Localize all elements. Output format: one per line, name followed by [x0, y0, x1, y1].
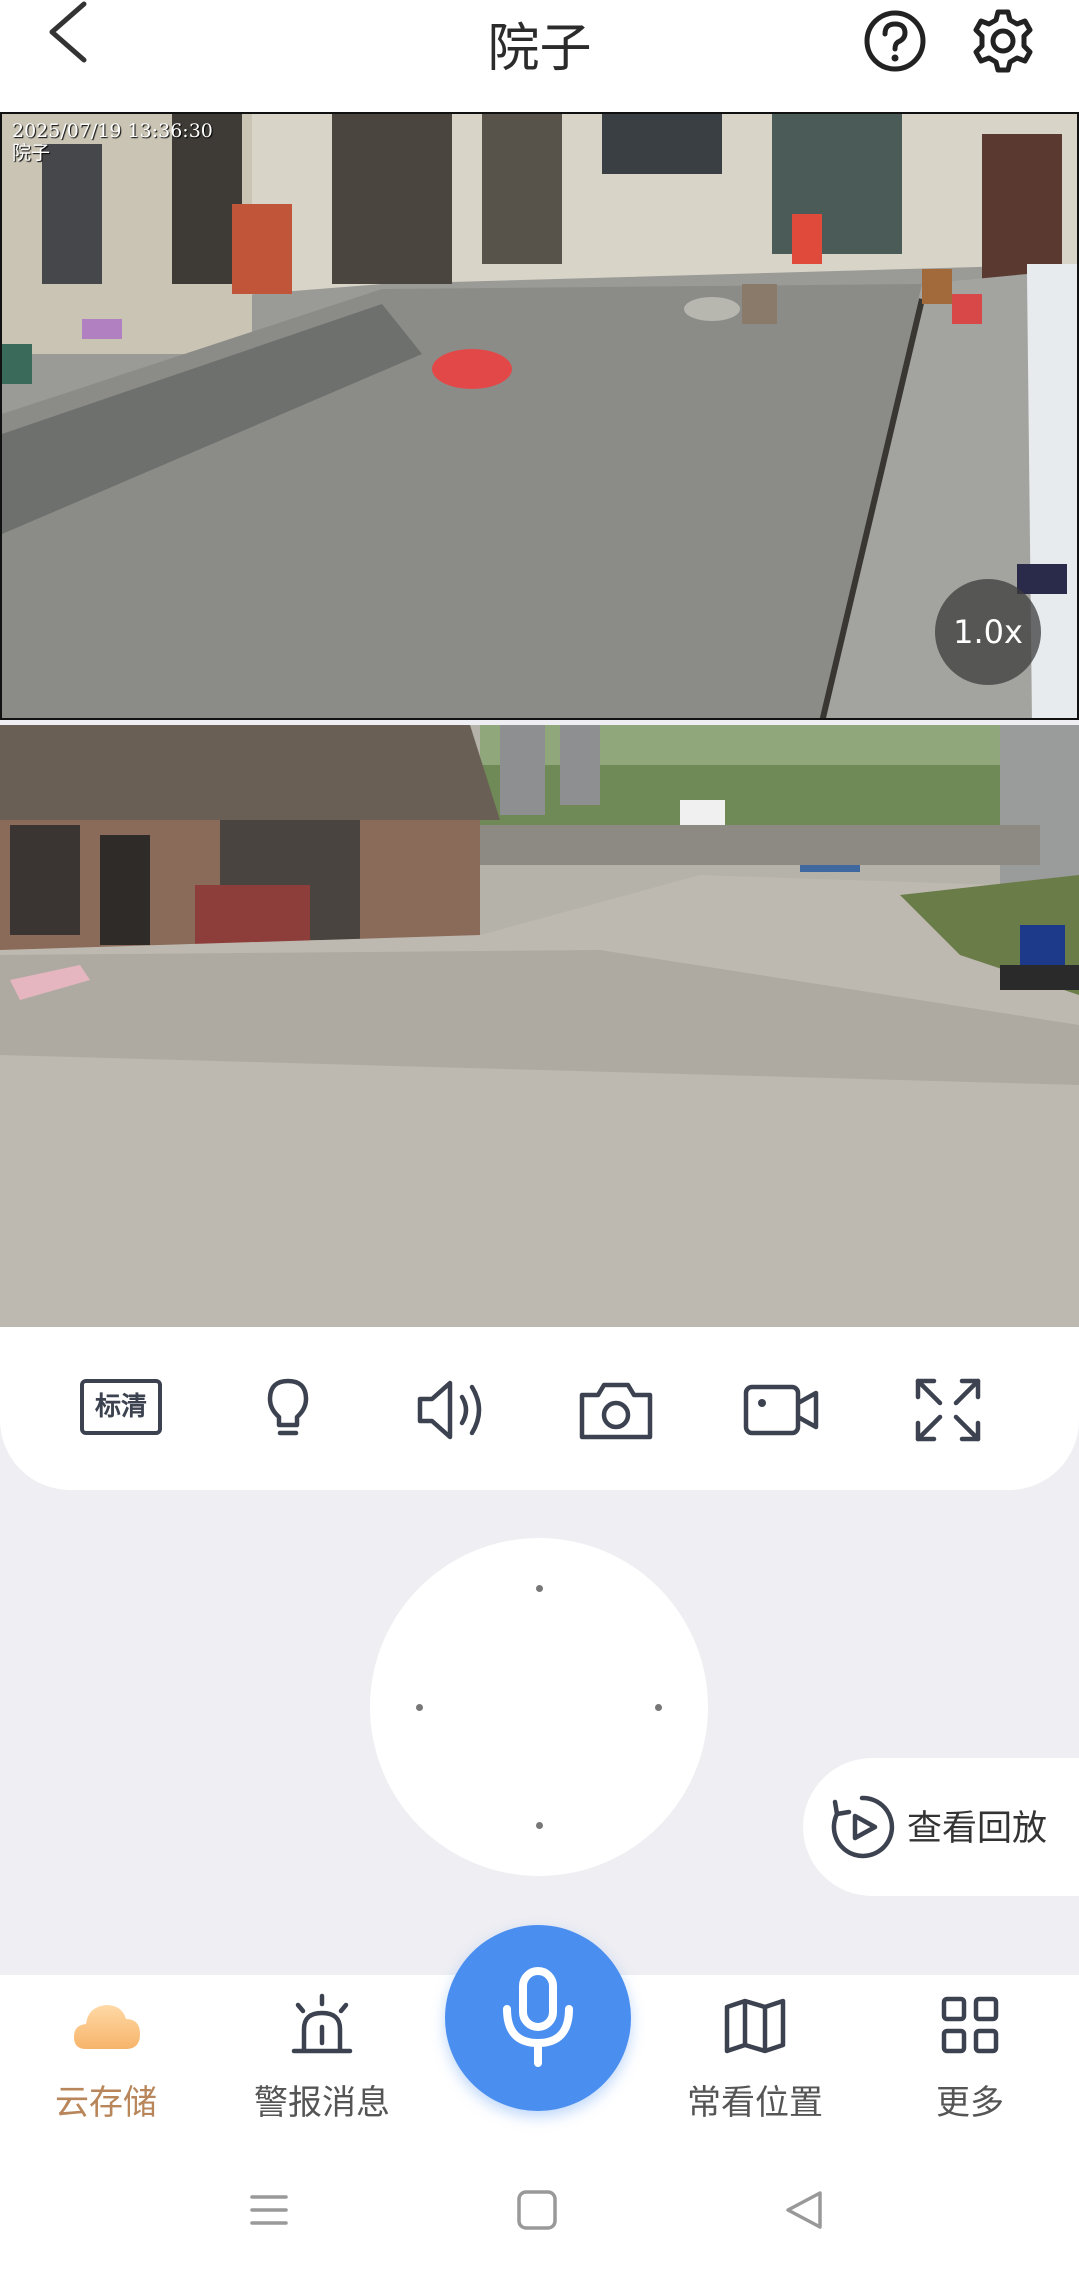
- system-navigation-bar: [0, 2155, 1079, 2269]
- view-playback-button[interactable]: 查看回放: [803, 1758, 1079, 1896]
- fullscreen-button[interactable]: [906, 1375, 990, 1445]
- camera-feed-2: [0, 725, 1079, 1327]
- camera-view-2[interactable]: [0, 725, 1079, 1327]
- speaker-icon: [417, 1380, 482, 1440]
- settings-button[interactable]: [968, 6, 1038, 76]
- mic-icon: [503, 1967, 573, 2067]
- nav-favorite-positions-label: 常看位置: [687, 2083, 823, 2123]
- help-button[interactable]: [860, 6, 930, 76]
- video-osd: 2025/07/19 13:36:30 院子: [12, 120, 213, 164]
- nav-cloud-storage-label: 云存储: [55, 2083, 157, 2123]
- joystick-up-dot: [536, 1585, 543, 1592]
- zoom-indicator[interactable]: 1.0x: [935, 579, 1041, 685]
- record-icon: [743, 1384, 819, 1436]
- light-icon: [267, 1378, 309, 1436]
- joystick-left-dot: [416, 1704, 423, 1711]
- osd-channel-name: 院子: [12, 142, 51, 164]
- control-toolbar: 标清: [0, 1327, 1079, 1490]
- system-back-button[interactable]: [770, 2175, 840, 2245]
- system-home-button[interactable]: [502, 2175, 572, 2245]
- talk-button[interactable]: [445, 1925, 631, 2111]
- camera-icon: [579, 1382, 653, 1440]
- alarm-icon: [291, 1993, 353, 2054]
- camera-view-1[interactable]: 2025/07/19 13:36:30 院子 1.0x: [0, 112, 1079, 720]
- settings-icon: [973, 9, 1033, 73]
- top-bar: 院子: [0, 0, 1079, 112]
- nav-cloud-storage[interactable]: 云存储: [6, 1975, 206, 2155]
- speaker-button[interactable]: [410, 1375, 494, 1445]
- system-menu-button[interactable]: [234, 2175, 304, 2245]
- record-button[interactable]: [740, 1375, 824, 1445]
- joystick-right-dot: [655, 1704, 662, 1711]
- help-icon: [864, 10, 926, 72]
- map-icon: [724, 1998, 786, 2054]
- grid-icon: [941, 1996, 999, 2054]
- ptz-joystick[interactable]: [370, 1538, 708, 1876]
- fullscreen-icon: [915, 1378, 981, 1442]
- camera-feed-1: [2, 114, 1077, 718]
- quality-toggle-button[interactable]: 标清: [80, 1379, 162, 1435]
- snapshot-button[interactable]: [574, 1375, 658, 1445]
- nav-favorite-positions[interactable]: 常看位置: [655, 1975, 855, 2155]
- nav-alarm-messages-label: 警报消息: [254, 2083, 390, 2123]
- menu-icon: [250, 2195, 288, 2225]
- osd-timestamp: 2025/07/19 13:36:30: [12, 120, 213, 142]
- nav-more[interactable]: 更多: [870, 1975, 1070, 2155]
- nav-alarm-messages[interactable]: 警报消息: [222, 1975, 422, 2155]
- view-playback-label: 查看回放: [907, 1809, 1048, 1849]
- home-icon: [517, 2190, 557, 2230]
- nav-more-label: 更多: [936, 2083, 1004, 2123]
- playback-icon: [831, 1795, 895, 1859]
- triangle-back-icon: [786, 2191, 822, 2229]
- light-button[interactable]: [246, 1375, 330, 1445]
- joystick-down-dot: [536, 1822, 543, 1829]
- cloud-icon: [74, 2005, 140, 2049]
